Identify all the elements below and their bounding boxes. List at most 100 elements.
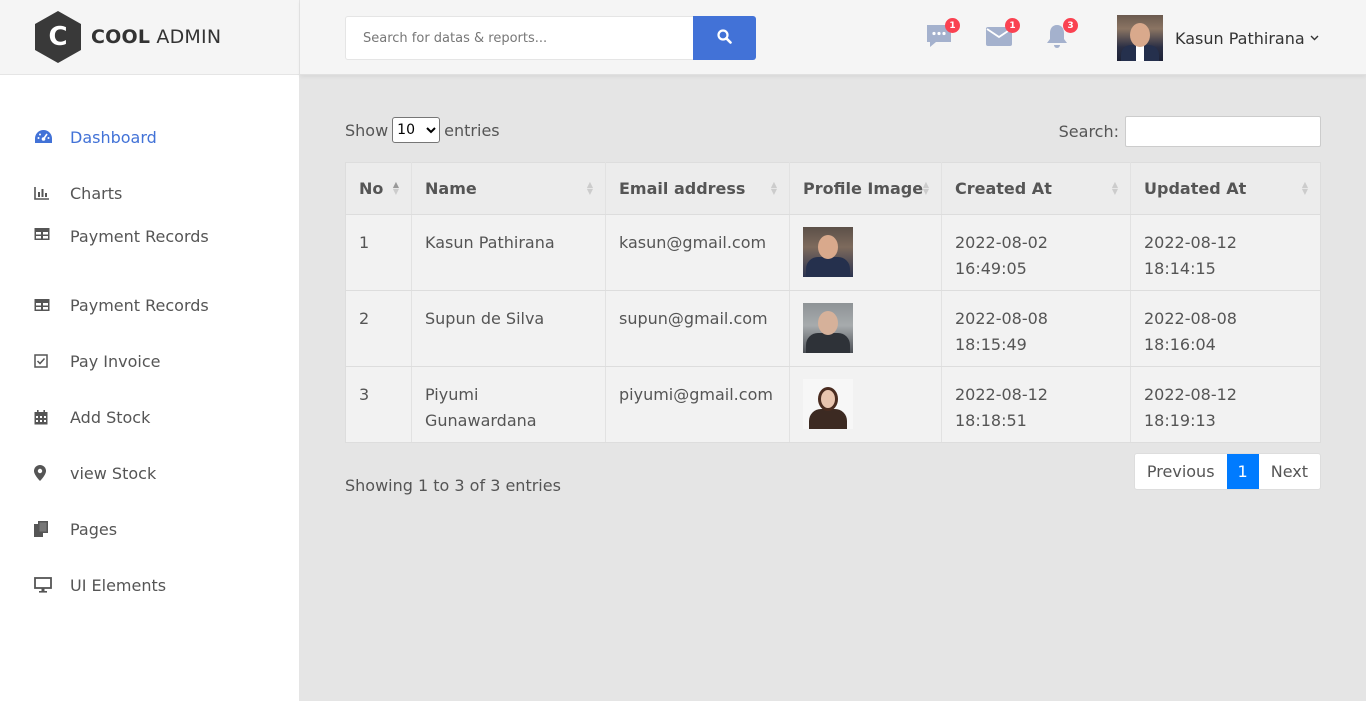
header-search-input[interactable] — [345, 16, 693, 60]
sidebar-item-view-stock[interactable]: view Stock — [0, 445, 300, 501]
column-header-label: Updated At — [1144, 179, 1247, 198]
dashboard-icon — [34, 129, 56, 145]
avatar — [1117, 15, 1163, 61]
pagination: Previous 1 Next — [1133, 453, 1321, 490]
column-header-label: Created At — [955, 179, 1052, 198]
sidebar-item-pay-invoice[interactable]: Pay Invoice — [0, 333, 300, 389]
page-length-control: Show 10 entries — [345, 117, 500, 143]
cell-updated-at: 2022-08-12 18:19:13 — [1130, 366, 1321, 443]
cell-created-at: 2022-08-12 18:18:51 — [941, 366, 1131, 443]
cell-name: Supun de Silva — [411, 290, 606, 367]
sidebar-item-label: Dashboard — [70, 127, 157, 147]
table-search: Search: — [1059, 116, 1321, 147]
column-header-label: Email address — [619, 179, 746, 198]
sidebar-item-label: view Stock — [70, 463, 157, 483]
table-search-input[interactable] — [1125, 116, 1321, 147]
column-header-label: No — [359, 179, 384, 198]
column-header-profile-image[interactable]: Profile Image ▲ ▼ — [789, 162, 942, 215]
sidebar-item-pages[interactable]: Pages — [0, 501, 300, 557]
sort-icon: ▲ ▼ — [586, 180, 593, 196]
cell-created-at: 2022-08-02 16:49:05 — [941, 214, 1131, 291]
table-search-label: Search: — [1058, 122, 1119, 141]
sidebar-item-label: Pay Invoice — [70, 351, 161, 371]
copy-icon — [34, 521, 56, 537]
cell-profile-image — [789, 366, 942, 443]
sidebar-item-label: Charts — [70, 183, 123, 203]
profile-image — [803, 379, 853, 429]
sidebar-item-payment-records[interactable]: Payment Records — [0, 277, 300, 333]
page-length-select[interactable]: 10 — [392, 117, 441, 143]
sort-icon: ▲ ▼ — [1111, 180, 1118, 196]
column-header-email[interactable]: Email address ▲ ▼ — [605, 162, 790, 215]
sidebar-item-add-stock[interactable]: Add Stock — [0, 389, 300, 445]
sidebar-item-label: UI Elements — [70, 575, 167, 595]
pagination-previous[interactable]: Previous — [1135, 454, 1227, 489]
sidebar-item-label: Payment Records — [70, 295, 209, 315]
mail-notification[interactable]: 1 — [984, 18, 1020, 52]
sidebar-item-charts[interactable]: Charts — [0, 165, 300, 221]
check-square-icon — [34, 354, 56, 368]
column-header-no[interactable]: No ▲ ▼ — [345, 162, 412, 215]
pagination-next[interactable]: Next — [1259, 454, 1320, 489]
bell-notification[interactable]: 3 — [1042, 18, 1078, 52]
sidebar-item-dashboard[interactable]: Dashboard — [0, 109, 300, 165]
sort-icon: ▲ ▼ — [392, 180, 399, 196]
calendar-icon — [34, 409, 56, 425]
chat-notification[interactable]: 1 — [924, 18, 960, 52]
column-header-label: Profile Image — [803, 179, 924, 198]
cell-no: 3 — [345, 366, 412, 443]
table-row: 1 Kasun Pathirana kasun@gmail.com 2022-0… — [345, 214, 1321, 291]
cell-name: Piyumi Gunawardana — [411, 366, 606, 443]
map-marker-icon — [34, 465, 56, 481]
sidebar-item-ui-elements[interactable]: UI Elements — [0, 557, 300, 613]
logo-text-bold: COOL — [91, 26, 151, 48]
logo-letter: C — [48, 22, 68, 52]
cell-email: kasun@gmail.com — [605, 214, 790, 291]
header-search-button[interactable] — [693, 16, 756, 60]
pagination-page[interactable]: 1 — [1226, 454, 1259, 489]
bar-chart-icon — [34, 186, 56, 200]
header-search — [345, 16, 756, 60]
sort-icon: ▲ ▼ — [770, 180, 777, 196]
cell-email: piyumi@gmail.com — [605, 366, 790, 443]
profile-image — [803, 227, 853, 277]
cell-profile-image — [789, 290, 942, 367]
sort-icon: ▲ ▼ — [1301, 180, 1308, 196]
cell-no: 2 — [345, 290, 412, 367]
account-menu[interactable]: Kasun Pathirana — [1117, 15, 1319, 61]
sidebar-item-label: Add Stock — [70, 407, 151, 427]
users-table: No ▲ ▼ Name ▲ ▼ Email address ▲ ▼ Profile Imag… — [345, 162, 1321, 443]
show-label: Show — [345, 120, 389, 140]
table-row: 2 Supun de Silva supun@gmail.com 2022-08… — [345, 290, 1321, 367]
column-header-label: Name — [425, 179, 477, 198]
entries-label: entries — [444, 120, 500, 140]
table-info: Showing 1 to 3 of 3 entries — [345, 476, 561, 495]
column-header-name[interactable]: Name ▲ ▼ — [411, 162, 606, 215]
mail-badge: 1 — [1005, 18, 1020, 33]
sort-icon: ▲ ▼ — [922, 180, 929, 196]
cell-updated-at: 2022-08-08 18:16:04 — [1130, 290, 1321, 367]
sidebar-nav: Dashboard Charts Payment Records Payment… — [0, 109, 300, 613]
cell-profile-image — [789, 214, 942, 291]
table-footer: Showing 1 to 3 of 3 entries Previous 1 N… — [345, 443, 1321, 523]
table-icon — [34, 227, 56, 241]
sidebar-item-label: Pages — [70, 519, 118, 539]
column-header-updated-at[interactable]: Updated At ▲ ▼ — [1130, 162, 1321, 215]
bell-badge: 3 — [1063, 18, 1078, 33]
sidebar: C COOL ADMIN Dashboard Charts Payment Re… — [0, 0, 300, 701]
desktop-icon — [34, 577, 56, 593]
table-header-row: No ▲ ▼ Name ▲ ▼ Email address ▲ ▼ Profile Imag… — [345, 162, 1321, 215]
top-header: 1 1 3 Kasun Pathirana — [300, 0, 1366, 75]
sidebar-item-payment-records-clipped[interactable]: Payment Records — [0, 221, 300, 249]
cell-email: supun@gmail.com — [605, 290, 790, 367]
table-controls: Show 10 entries Search: — [345, 75, 1321, 162]
table-row: 3 Piyumi Gunawardana piyumi@gmail.com 20… — [345, 366, 1321, 443]
sidebar-item-label: Payment Records — [70, 227, 209, 246]
table-icon — [34, 298, 56, 312]
column-header-created-at[interactable]: Created At ▲ ▼ — [941, 162, 1131, 215]
main-content: Show 10 entries Search: No ▲ ▼ Name ▲ ▼ Emai… — [345, 75, 1321, 523]
logo[interactable]: C COOL ADMIN — [0, 0, 299, 75]
cell-updated-at: 2022-08-12 18:14:15 — [1130, 214, 1321, 291]
chat-badge: 1 — [945, 18, 960, 33]
logo-text: COOL ADMIN — [91, 26, 221, 48]
